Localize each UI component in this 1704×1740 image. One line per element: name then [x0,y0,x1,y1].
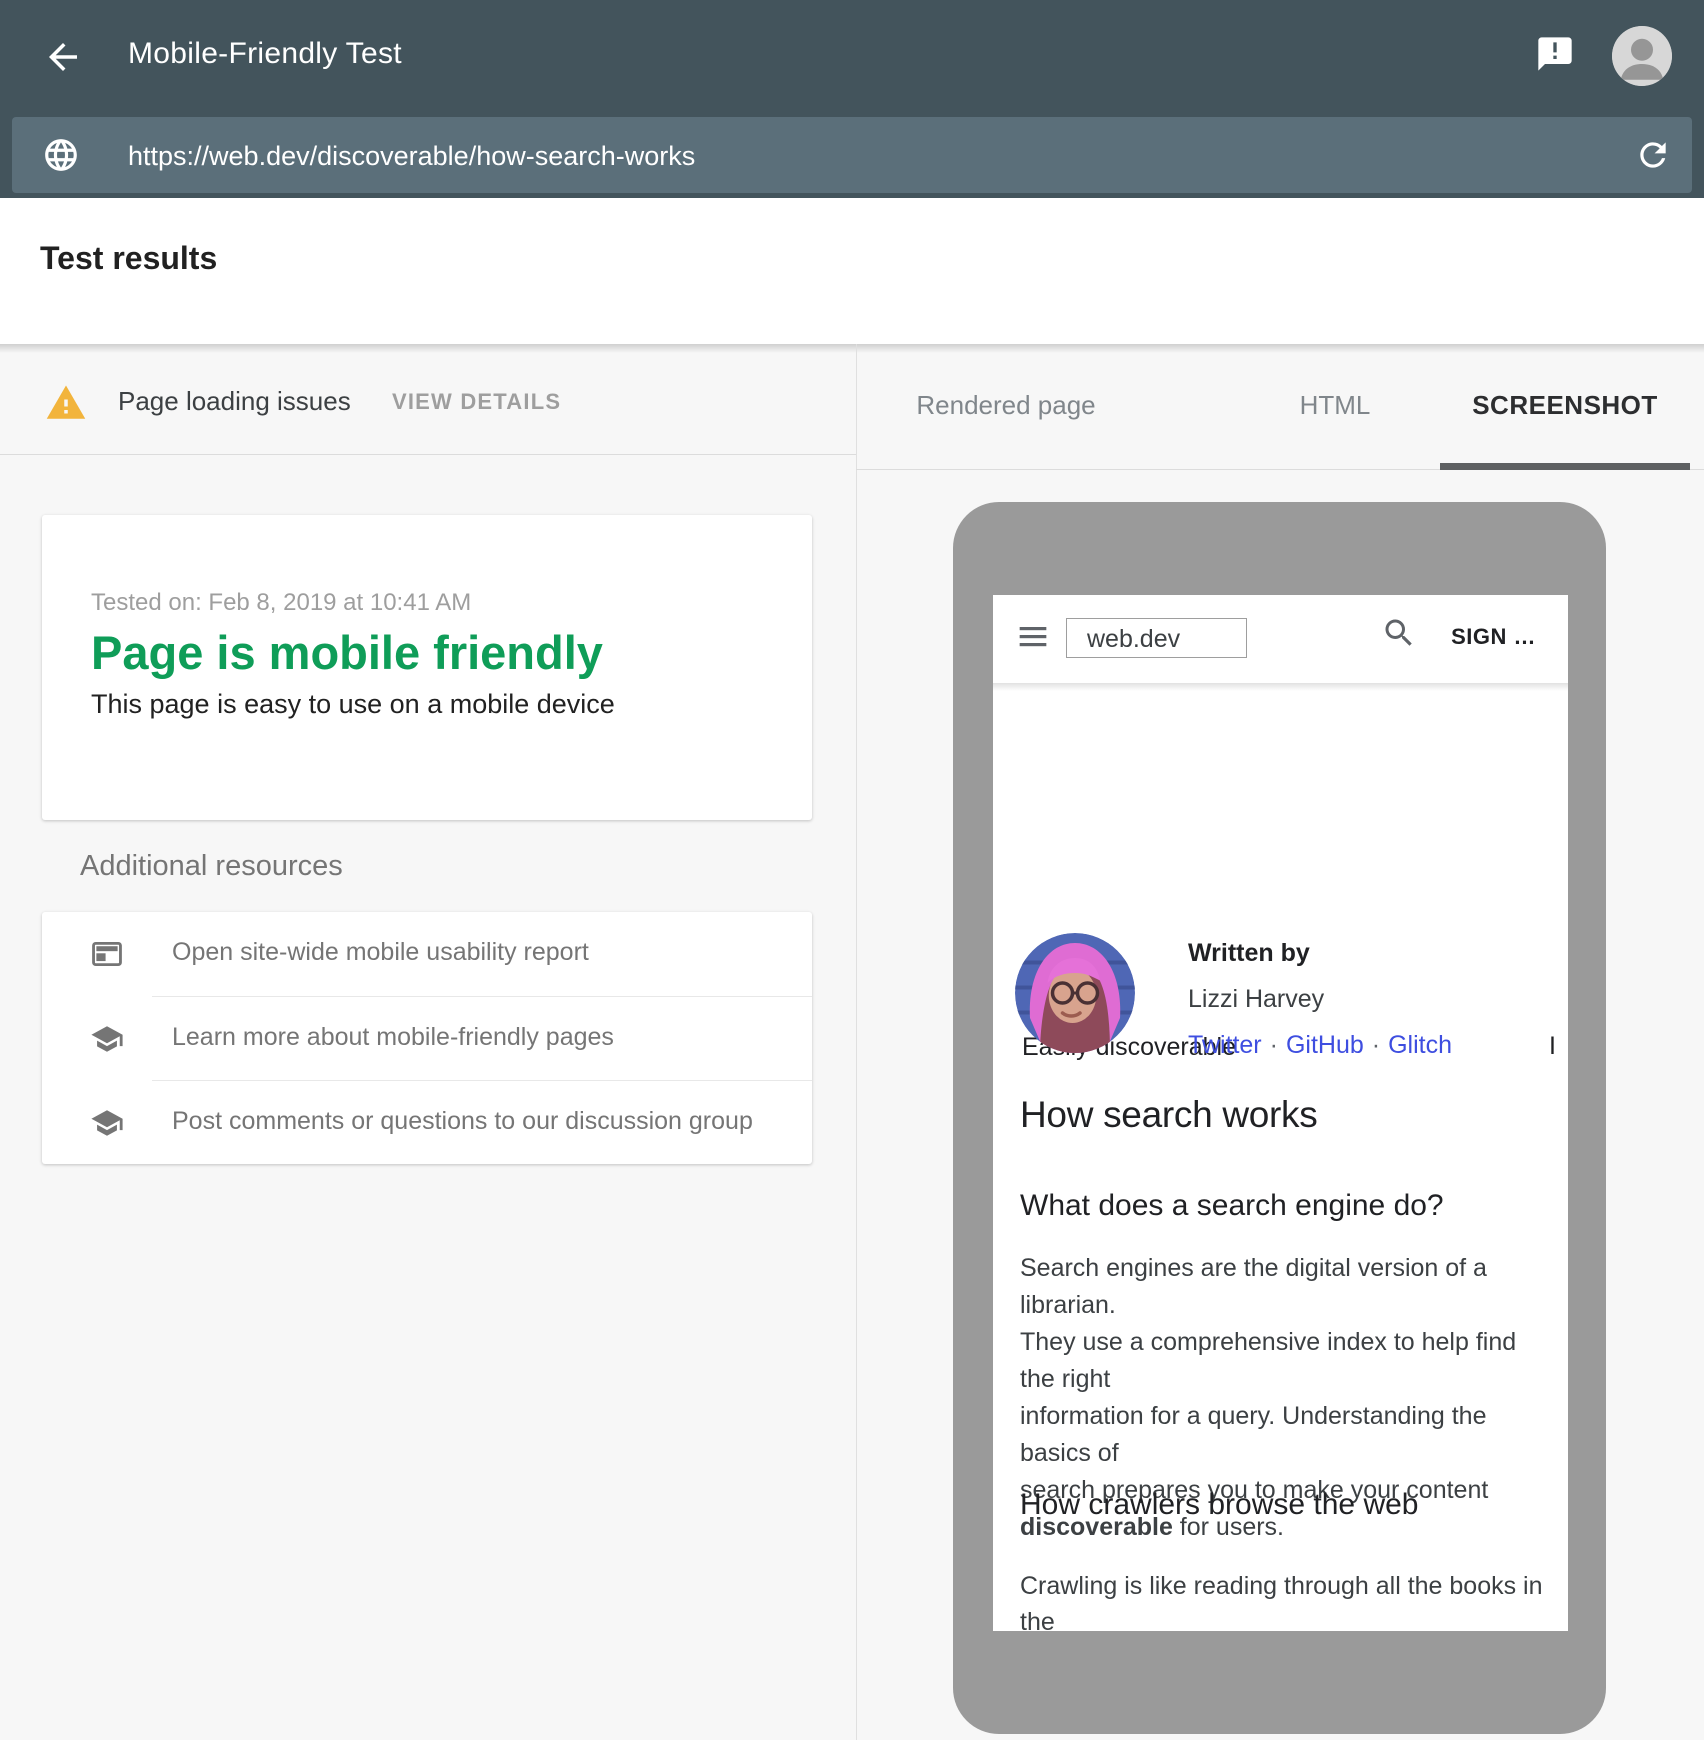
author-avatar [1015,933,1135,1053]
tab-screenshot[interactable]: SCREENSHOT [1472,390,1658,421]
site-search-value: web.dev [1087,625,1180,654]
band-shadow [0,344,1704,353]
phone-header-shadow [993,684,1568,691]
hamburger-menu-icon [1017,623,1049,651]
warning-row-border [0,454,856,455]
list-item[interactable]: Post comments or questions to our discus… [42,1081,812,1165]
link-separator: · [1262,1031,1286,1059]
list-item-label: Post comments or questions to our discus… [172,1107,753,1136]
list-item-label: Open site-wide mobile usability report [172,938,589,967]
content-area: Page loading issues VIEW DETAILS Tested … [0,344,1704,1740]
glitch-link[interactable]: Glitch [1388,1031,1452,1059]
account-avatar[interactable] [1612,26,1672,86]
twitter-link[interactable]: Twitter [1188,1031,1262,1059]
page-title: Test results [40,240,217,277]
feedback-icon[interactable] [1535,34,1575,74]
discussion-school-icon [90,1106,124,1140]
selected-tab-indicator [1440,463,1690,470]
app-bar: Mobile-Friendly Test [0,0,1704,115]
list-item[interactable]: Open site-wide mobile usability report [42,912,812,996]
phone-site-header: web.dev SIGN … [993,595,1568,684]
url-bar-band: https://web.dev/discoverable/how-search-… [0,115,1704,198]
github-link[interactable]: GitHub [1286,1031,1364,1059]
link-separator: · [1364,1031,1388,1059]
phone-screenshot: web.dev SIGN … Easily discoverable I [993,595,1568,1631]
tab-html[interactable]: HTML [1300,390,1371,421]
app-title: Mobile-Friendly Test [128,37,402,71]
globe-icon [42,136,80,174]
mobile-friendly-test-app: Mobile-Friendly Test https://web.dev/dis… [0,0,1704,1740]
verdict-description: This page is easy to use on a mobile dev… [91,689,615,720]
article-heading-2: How crawlers browse the web [1020,1488,1418,1522]
article-heading-1: What does a search engine do? [1020,1189,1444,1223]
tab-rendered-page[interactable]: Rendered page [916,390,1095,421]
panel-divider [856,344,857,1740]
author-links: Twitter·GitHub·Glitch [1188,1031,1452,1060]
list-item[interactable]: Learn more about mobile-friendly pages [42,997,812,1081]
list-item-label: Learn more about mobile-friendly pages [172,1023,614,1052]
result-card: Tested on: Feb 8, 2019 at 10:41 AM Page … [42,515,812,820]
learn-school-icon [90,1022,124,1056]
back-arrow-icon[interactable] [42,36,84,78]
url-text[interactable]: https://web.dev/discoverable/how-search-… [128,141,695,172]
warning-label: Page loading issues [118,386,351,417]
written-by-label: Written by [1188,939,1310,968]
sign-in-label: SIGN … [1451,624,1536,650]
search-icon [1381,615,1417,651]
resources-heading: Additional resources [80,850,343,883]
site-search-input: web.dev [1066,618,1247,658]
resources-card: Open site-wide mobile usability report L… [42,912,812,1164]
url-bar[interactable]: https://web.dev/discoverable/how-search-… [12,117,1692,193]
truncated-glyph: I [1549,1032,1556,1061]
refresh-icon[interactable] [1634,136,1672,174]
tested-on-text: Tested on: Feb 8, 2019 at 10:41 AM [91,589,471,617]
view-details-link[interactable]: VIEW DETAILS [392,389,561,415]
title-band: Test results [0,198,1704,344]
warning-icon [44,382,88,424]
article-title: How search works [1020,1094,1317,1136]
author-name: Lizzi Harvey [1188,985,1324,1014]
verdict-text: Page is mobile friendly [91,625,603,680]
article-paragraph-2: Crawling is like reading through all the… [1020,1568,1545,1631]
usability-report-icon [90,937,124,971]
